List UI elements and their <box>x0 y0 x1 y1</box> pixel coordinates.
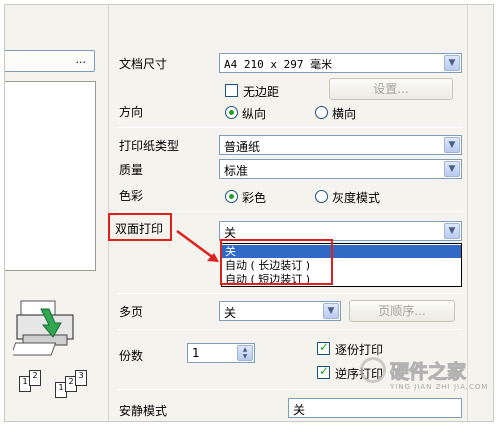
duplex-printer-illustration <box>13 300 74 356</box>
copies-spinbox[interactable]: 1 ▲ ▼ <box>187 343 255 363</box>
multipage-select[interactable]: 关 ▼ <box>219 301 341 321</box>
doc-size-label: 文档尺寸 <box>119 57 168 71</box>
grayscale-radio[interactable] <box>315 190 328 203</box>
landscape-radio[interactable] <box>315 106 328 119</box>
chevron-down-icon: ▼ <box>444 223 460 239</box>
chevron-down-icon: ▼ <box>444 137 460 153</box>
quiet-mode-value: 关 <box>293 403 306 417</box>
spin-down-icon[interactable]: ▼ <box>238 353 252 360</box>
settings-button[interactable]: 设置... <box>329 78 453 100</box>
chevron-down-icon: ▼ <box>323 303 339 319</box>
quiet-mode-label: 安静模式 <box>119 404 168 418</box>
doc-size-select[interactable]: A4 210 x 297 毫米 ▼ <box>219 53 462 73</box>
copies-value: 1 <box>192 346 200 360</box>
grayscale-label: 灰度模式 <box>332 191 381 205</box>
divider <box>117 293 463 294</box>
portrait-label: 纵向 <box>242 107 267 121</box>
print-settings-panel: ... 1 2 1 2 3 文档尺寸 A4 210 x 297 毫米 ▼ 无边距… <box>4 4 494 422</box>
thumbnail-page: 2 <box>29 370 41 386</box>
paper-type-select[interactable]: 普通纸 ▼ <box>219 135 462 155</box>
reverse-order-checkbox[interactable] <box>317 364 330 379</box>
borderless-checkbox[interactable] <box>225 84 238 97</box>
dropdown-options-highlight <box>220 239 333 285</box>
portrait-radio[interactable] <box>225 106 238 119</box>
watermark-brand: 硬件之家 <box>389 361 467 384</box>
paper-type-label: 打印纸类型 <box>119 139 180 153</box>
copies-label: 份数 <box>119 349 144 363</box>
printer-properties-button[interactable]: ... <box>5 50 95 72</box>
settings-button-label: 设置... <box>373 82 409 96</box>
spin-buttons[interactable]: ▲ ▼ <box>237 345 253 361</box>
landscape-label: 横向 <box>332 107 357 121</box>
quality-label: 质量 <box>119 163 144 177</box>
chevron-down-icon: ▼ <box>444 161 460 177</box>
divider <box>117 211 463 212</box>
watermark-logo-icon <box>360 357 386 383</box>
page-order-button[interactable]: 页顺序... <box>349 300 455 322</box>
watermark: 硬件之家 YING JIAN ZHI JIA.COM <box>360 355 492 395</box>
spin-up-icon[interactable]: ▲ <box>238 346 252 353</box>
divider <box>117 127 463 128</box>
duplex-select[interactable]: 关 ▼ <box>219 221 462 241</box>
duplex-label: 双面打印 <box>115 222 164 236</box>
multipage-value: 关 <box>224 306 237 320</box>
left-pane: ... 1 2 1 2 3 <box>5 5 109 421</box>
preview-area <box>5 81 96 271</box>
doc-size-value: A4 210 x 297 毫米 <box>224 58 333 71</box>
color-option-label: 彩色 <box>242 191 267 205</box>
chevron-down-icon: ▼ <box>444 55 460 71</box>
printer-properties-button-label: ... <box>75 53 87 66</box>
quality-select[interactable]: 标准 ▼ <box>219 159 462 179</box>
quiet-mode-select[interactable]: 关 <box>288 398 462 418</box>
divider <box>117 329 463 330</box>
quality-value: 标准 <box>224 164 249 178</box>
color-label: 色彩 <box>119 189 144 203</box>
paper-type-value: 普通纸 <box>224 140 261 154</box>
page-order-button-label: 页顺序... <box>378 304 426 318</box>
thumbnail-page: 3 <box>75 370 87 386</box>
color-radio[interactable] <box>225 190 238 203</box>
red-arrow-icon <box>176 229 219 262</box>
borderless-label: 无边距 <box>243 85 280 99</box>
multipage-label: 多页 <box>119 305 144 319</box>
collate-checkbox[interactable] <box>317 340 330 355</box>
page-thumbnails: 1 2 1 2 3 <box>19 370 99 410</box>
orientation-label: 方向 <box>119 105 144 119</box>
watermark-url: YING JIAN ZHI JIA.COM <box>390 383 489 391</box>
